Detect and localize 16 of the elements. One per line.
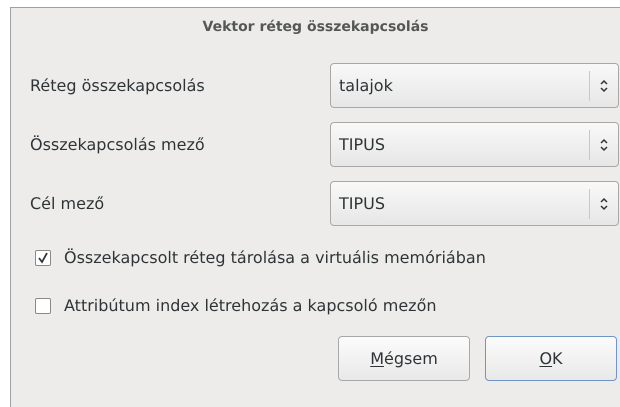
dropdown[interactable]: talajok (330, 63, 619, 108)
checkbox[interactable] (35, 250, 51, 266)
dropdown[interactable]: TIPUS (330, 122, 619, 167)
window-title: Vektor réteg összekapcsolás (202, 18, 428, 36)
dialog-button[interactable]: Mégsem (338, 336, 470, 381)
dialog-button[interactable]: OK (485, 336, 617, 381)
updown-caret-icon (599, 136, 609, 152)
checkbox[interactable] (35, 298, 51, 314)
updown-caret-icon (599, 78, 609, 94)
checkbox-label: Összekapcsolt réteg tárolása a virtuális memóriában (64, 247, 486, 269)
field-label: Cél mező (30, 192, 106, 214)
field-label: Réteg összekapcsolás (30, 74, 206, 96)
dropdown[interactable]: TIPUS (330, 181, 619, 226)
updown-caret-icon (599, 196, 609, 212)
field-label: Összekapcsolás mező (30, 134, 206, 156)
checkbox-label: Attribútum index létrehozás a kapcsoló mezőn (64, 295, 436, 317)
